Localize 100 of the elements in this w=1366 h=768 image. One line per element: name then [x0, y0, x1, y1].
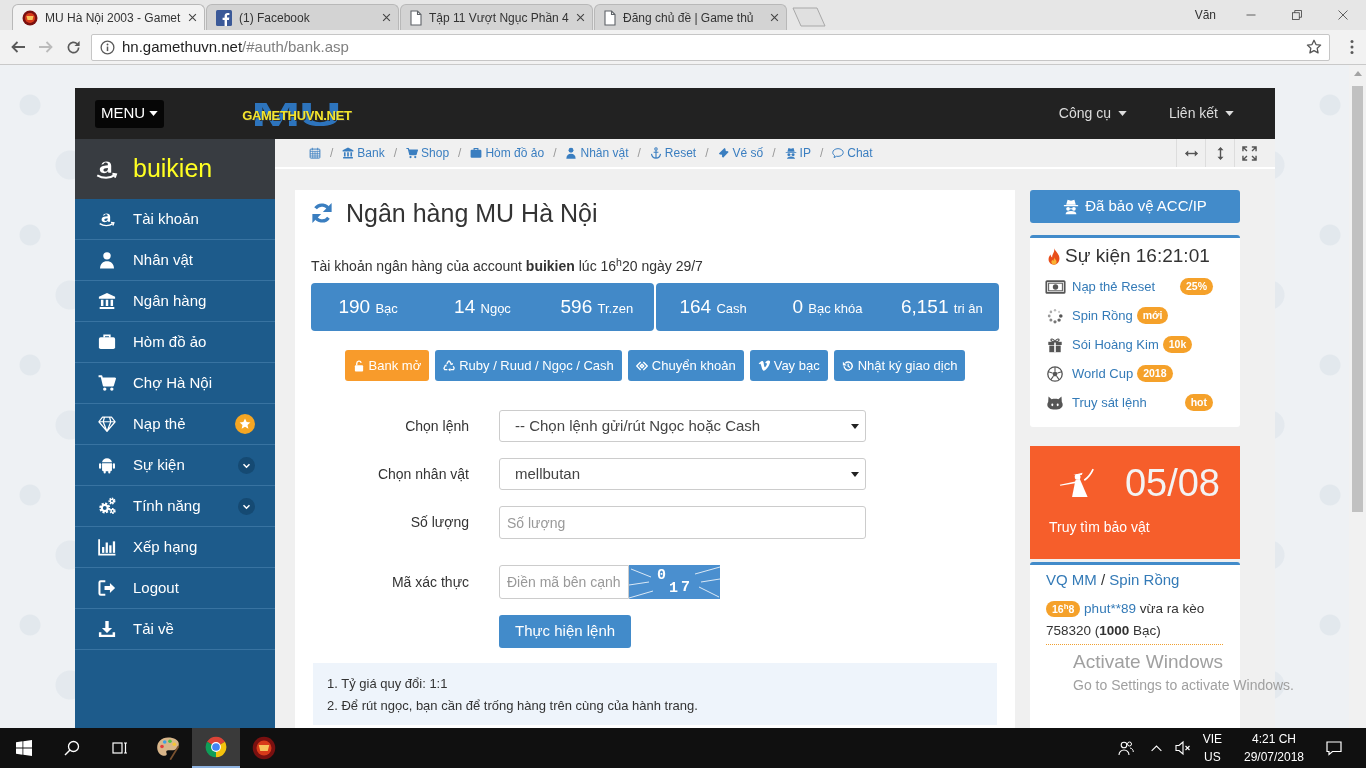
sidebar-item[interactable]: Sự kiện: [75, 445, 275, 486]
breadcrumb-link[interactable]: Shop: [406, 144, 450, 162]
breadcrumb-link[interactable]: Bank: [342, 144, 385, 162]
balance-amount: 14 Ngọc: [453, 294, 512, 319]
breadcrumb-link[interactable]: IP: [784, 144, 811, 162]
refresh-icon[interactable]: [311, 202, 333, 224]
user-link[interactable]: phut**89: [1084, 601, 1136, 616]
action-button[interactable]: Ruby / Ruud / Ngọc / Cash: [435, 350, 622, 381]
breadcrumb-link[interactable]: Hòm đồ ảo: [470, 144, 545, 162]
close-icon[interactable]: [1337, 9, 1349, 21]
protect-button[interactable]: Đã bảo vệ ACC/IP: [1030, 190, 1240, 223]
sidebar-item[interactable]: Nạp thẻ: [75, 404, 275, 445]
gift-icon: [1047, 336, 1063, 353]
region-code[interactable]: US: [1202, 748, 1222, 766]
balance-amount: 596 Tr.zen: [559, 294, 635, 319]
anchor-icon: [649, 147, 662, 159]
event-badge: 2018: [1137, 365, 1173, 382]
action-button[interactable]: Chuyển khoản: [627, 350, 744, 381]
back-icon[interactable]: [10, 39, 26, 55]
start-icon[interactable]: [16, 740, 32, 756]
breadcrumb-separator: /: [330, 145, 334, 162]
feed-link[interactable]: Spin Rồng: [1109, 571, 1180, 588]
flame-icon: [1047, 247, 1061, 265]
browser-tab[interactable]: (1) Facebook: [206, 4, 399, 30]
input-field[interactable]: Số lượng: [499, 506, 866, 539]
chat-bubble-icon: [832, 147, 845, 159]
event-link[interactable]: Sói Hoàng Kim: [1072, 334, 1159, 355]
action-button[interactable]: Nhật ký giao dịch: [833, 350, 966, 381]
events-title: Sự kiện 16:21:01: [1065, 244, 1210, 268]
banknote-icon: [1044, 279, 1066, 294]
event-link[interactable]: Nạp thẻ Reset: [1072, 276, 1156, 297]
bar-chart-icon: [98, 538, 116, 556]
sidebar-item[interactable]: Hòm đồ ảo: [75, 322, 275, 363]
sign-out-icon: [98, 579, 116, 597]
event-link[interactable]: Spin Rồng: [1072, 305, 1133, 326]
input-field[interactable]: Điền mã bên cạnh: [499, 565, 629, 599]
reload-icon[interactable]: [66, 39, 81, 55]
submit-button[interactable]: Thực hiện lệnh: [499, 615, 632, 648]
balance-amount: 164 Cash: [678, 294, 748, 319]
address-bar[interactable]: hn.gamethuvn.net/#auth/bank.asp: [91, 33, 1330, 61]
page-title: Ngân hàng MU Hà Nội: [346, 198, 598, 228]
action-button[interactable]: Vay bạc: [749, 350, 828, 381]
clock-time[interactable]: 4:21 CH: [1238, 730, 1310, 748]
cart-icon: [98, 374, 116, 392]
menu-button[interactable]: MENU: [95, 99, 165, 128]
swordsman-icon: [1058, 468, 1095, 498]
soccer-ball-icon: [1047, 365, 1063, 382]
people-icon[interactable]: [1117, 740, 1134, 756]
activation-title: Activate Windows: [1073, 651, 1223, 673]
breadcrumb-separator: /: [772, 145, 776, 162]
breadcrumb-link[interactable]: Vé số: [717, 144, 764, 162]
close-icon[interactable]: [382, 13, 391, 22]
note-line: 1. Tỷ giá quy đổi: 1:1: [327, 675, 449, 693]
restore-icon[interactable]: [1291, 9, 1303, 21]
chevron-down-icon[interactable]: [238, 497, 255, 515]
close-icon[interactable]: [188, 13, 197, 22]
browser-tab[interactable]: Tập 11 Vượt Ngục Phần 4: [400, 4, 593, 30]
gears-icon: [98, 497, 116, 515]
robot-icon: [98, 456, 116, 474]
scrollbar-thumb[interactable]: [1352, 86, 1363, 512]
clock-date[interactable]: 29/07/2018: [1238, 748, 1310, 766]
notification-icon[interactable]: [1326, 740, 1342, 756]
event-link[interactable]: World Cup: [1072, 363, 1134, 384]
taskbar-button[interactable]: [192, 728, 240, 768]
browser-tab[interactable]: MU Hà Nội 2003 - Gamet: [12, 4, 205, 30]
event-link[interactable]: Truy sát lệnh: [1072, 392, 1147, 413]
task-view-icon[interactable]: [112, 740, 128, 756]
breadcrumb-link[interactable]: Nhân vật: [565, 144, 629, 162]
spinner-icon: [1047, 307, 1063, 324]
breadcrumb-separator: /: [553, 145, 557, 162]
round-logo-icon: [205, 736, 227, 758]
fullscreen-icon[interactable]: [1241, 145, 1257, 161]
breadcrumb-link[interactable]: Chat: [832, 144, 873, 162]
caret-icon: [149, 111, 159, 116]
language-code[interactable]: VIE: [1202, 730, 1222, 748]
chevron-down-icon[interactable]: [238, 456, 255, 474]
profile-name[interactable]: Văn: [1194, 6, 1216, 24]
scrollbar-track[interactable]: [1349, 65, 1366, 728]
bank-icon: [342, 147, 355, 159]
search-icon[interactable]: [64, 740, 80, 756]
close-icon[interactable]: [576, 13, 585, 22]
sidebar-item[interactable]: Tính năng: [75, 486, 275, 527]
account-info: Tài khoản ngân hàng của account buikien lúc 16$^{h}$20 ngày 29/7: [311, 257, 704, 275]
browser-tab[interactable]: Đăng chủ đề | Game thủ: [594, 4, 787, 30]
breadcrumb-link[interactable]: Reset: [649, 144, 697, 162]
breadcrumb-separator: /: [393, 145, 398, 162]
feed-link[interactable]: VQ MM: [1046, 571, 1097, 588]
calendar-icon[interactable]: [309, 147, 321, 159]
bookmark-star-icon[interactable]: [1306, 39, 1322, 55]
dropdown-field[interactable]: -- Chọn lệnh gửi/rút Ngọc hoặc Cash: [499, 410, 866, 442]
muted-speaker-icon[interactable]: [1174, 740, 1191, 756]
dropdown-field[interactable]: mellbutan: [499, 458, 866, 490]
close-icon[interactable]: [770, 13, 779, 22]
history-icon: [841, 359, 854, 372]
info-icon[interactable]: [100, 39, 115, 55]
nav-dropdown[interactable]: Công cụ: [1058, 103, 1127, 124]
nav-dropdown[interactable]: Liên kết: [1168, 103, 1234, 124]
diamond-icon: [98, 415, 116, 433]
chevrons-icon: [635, 359, 648, 372]
emblem-icon: [252, 736, 276, 760]
